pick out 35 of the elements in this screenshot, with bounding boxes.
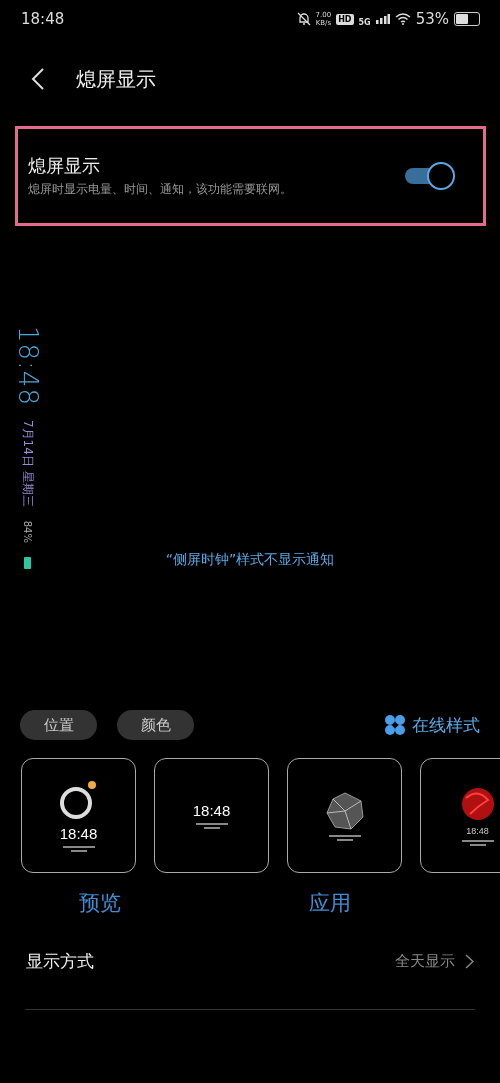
battery-icon [454, 12, 480, 26]
signal-icon [375, 14, 390, 24]
online-styles-link[interactable]: 在线样式 [384, 713, 480, 737]
polyhedron-icon [324, 790, 365, 831]
side-clock-date: 7月14日 星期三 [20, 419, 37, 507]
petals-icon [384, 714, 406, 736]
battery-percent: 53% [415, 10, 449, 28]
battery-icon [24, 556, 32, 569]
hd-badge: HD [336, 13, 354, 25]
page-title: 熄屏显示 [76, 65, 156, 93]
style-time: 18:48 [466, 825, 489, 836]
back-icon[interactable] [30, 67, 46, 91]
action-button[interactable]: 应用 [200, 885, 460, 921]
option-chip[interactable]: 颜色 [117, 710, 194, 740]
clock-style-card[interactable]: 18:48 [21, 758, 136, 873]
toggle-switch[interactable] [403, 162, 455, 190]
setting-description: 熄屏时显示电量、时间、通知，该功能需要联网。 [28, 181, 292, 198]
wifi-icon [394, 13, 411, 25]
setting-title: 熄屏显示 [28, 154, 101, 178]
clock-style-card[interactable]: 18:48 [154, 758, 269, 873]
option-chip[interactable]: 位置 [20, 710, 97, 740]
side-clock-battery: 84% [22, 520, 34, 543]
flower-icon [459, 785, 496, 822]
chevron-icon [465, 953, 474, 969]
action-button[interactable]: 预览 [0, 885, 200, 921]
side-clock-time: 18:48 [13, 326, 43, 406]
network-type: 5G [358, 18, 371, 27]
clock-style-card[interactable] [287, 758, 402, 873]
style-time: 18:48 [192, 802, 231, 819]
settings-row[interactable]: 显示方式 全天显示 [0, 937, 500, 985]
clock-style-card[interactable]: 18:48 [420, 758, 500, 873]
notice-text: “侧屏时钟”样式不显示通知 [165, 551, 335, 569]
style-time: 18:48 [59, 825, 98, 842]
bell-off-icon [296, 12, 311, 26]
status-time: 18:48 [21, 10, 65, 28]
